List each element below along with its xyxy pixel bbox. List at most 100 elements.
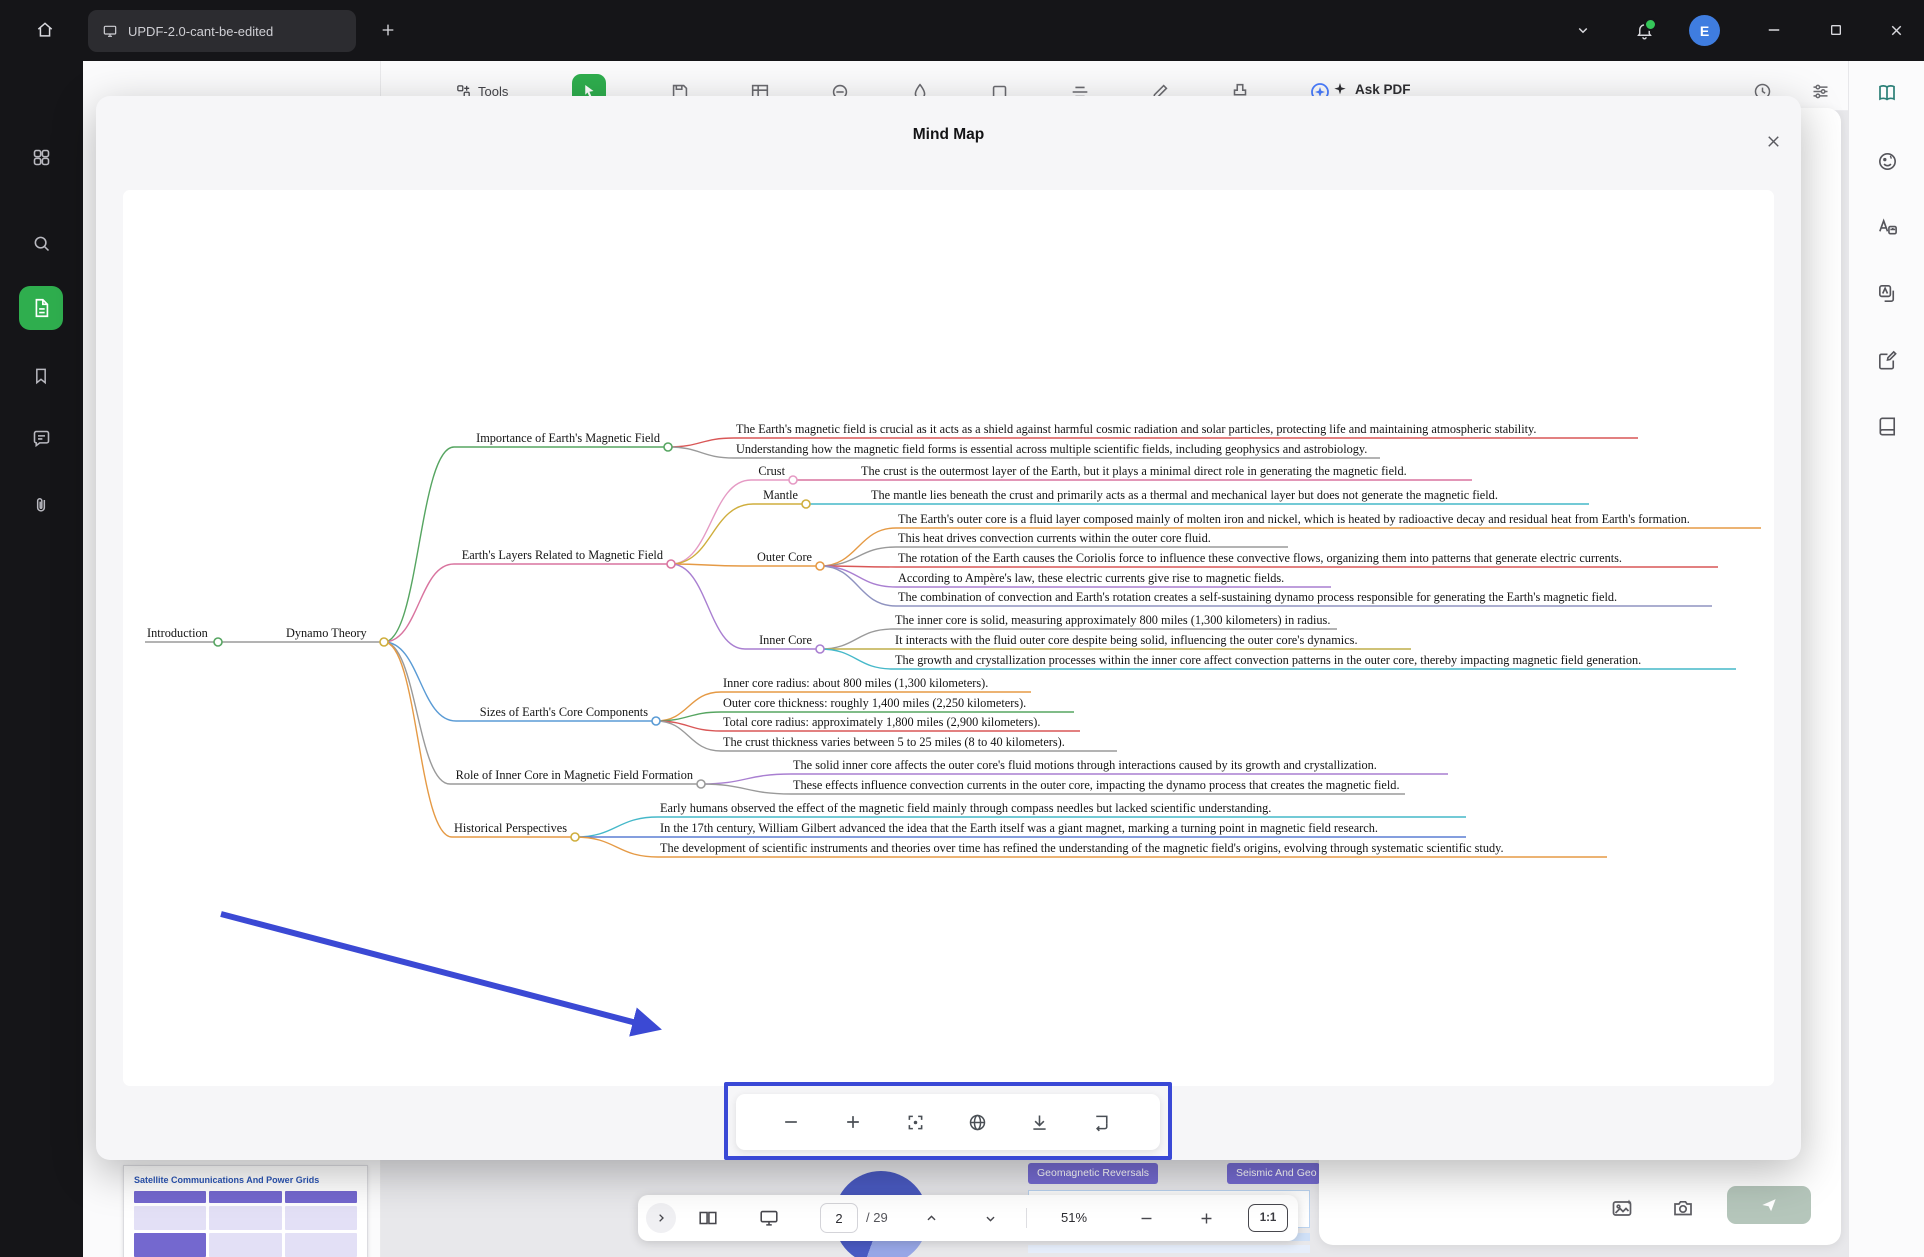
mindmap-node-label: Inner Core — [759, 633, 812, 647]
mindmap-node-label: Importance of Earth's Magnetic Field — [476, 431, 660, 445]
attachments-button[interactable] — [23, 487, 59, 523]
minus-icon — [1138, 1210, 1155, 1227]
mindmap-node-label: Total core radius: approximately 1,800 m… — [723, 715, 1040, 729]
minimize-icon — [1765, 21, 1783, 39]
zoom-out-button[interactable] — [1131, 1206, 1161, 1230]
comment-icon — [31, 428, 52, 449]
zoom-in-button[interactable] — [1191, 1206, 1221, 1230]
chevron-right-icon — [653, 1210, 669, 1226]
tab-list-button[interactable] — [1565, 12, 1601, 48]
mindmap-node-label: The solid inner core affects the outer c… — [793, 758, 1377, 772]
send-icon — [1759, 1195, 1779, 1215]
translate-box-icon — [1876, 282, 1899, 305]
mindmap-node-label: Understanding how the magnetic field for… — [736, 442, 1367, 456]
screen-icon — [758, 1207, 780, 1229]
chevron-down-icon — [982, 1210, 999, 1227]
mindmap-node-label: It interacts with the fluid outer core d… — [895, 633, 1358, 647]
mindmap-node-label: Outer Core — [757, 550, 812, 564]
divider — [1026, 1208, 1027, 1228]
home-button[interactable] — [27, 12, 63, 48]
fit-screen-icon — [905, 1112, 926, 1133]
right-sidebar — [1848, 61, 1924, 1257]
mindmap-node-label: Sizes of Earth's Core Components — [480, 705, 648, 719]
tab-ask-pdf[interactable]: Ask PDF — [1332, 81, 1411, 97]
mindmap-regenerate-button[interactable] — [1082, 1103, 1120, 1141]
notes-export-button[interactable] — [1867, 340, 1907, 380]
settings-sliders-button[interactable] — [1806, 77, 1834, 105]
screenshot-button[interactable] — [1666, 1191, 1700, 1225]
mindmap-node-label: Mantle — [763, 488, 798, 502]
mindmap-zoom-out-button[interactable] — [772, 1103, 810, 1141]
page-number-input[interactable] — [820, 1203, 858, 1233]
paperclip-icon — [31, 495, 51, 515]
insert-image-button[interactable] — [1605, 1191, 1639, 1225]
document-panel-button[interactable] — [19, 286, 63, 330]
library-button[interactable] — [1867, 406, 1907, 446]
modal-title: Mind Map — [96, 126, 1801, 144]
tab-title: UPDF-2.0-cant-be-edited — [128, 24, 273, 39]
globe-icon — [967, 1112, 988, 1133]
mindmap-node-label: In the 17th century, William Gilbert adv… — [660, 821, 1378, 835]
mindmap-zoom-in-button[interactable] — [834, 1103, 872, 1141]
mindmap-node-label: Early humans observed the effect of the … — [660, 801, 1271, 815]
notifications-button[interactable] — [1626, 12, 1662, 48]
mindmap-node-label: The mantle lies beneath the crust and pr… — [871, 488, 1498, 502]
bookmark-icon — [31, 366, 51, 386]
chevron-down-icon — [1574, 21, 1592, 39]
close-modal-button[interactable] — [1758, 126, 1788, 156]
two-page-icon — [697, 1207, 719, 1229]
translate-page-button[interactable] — [1867, 273, 1907, 313]
page-navigation-bar: / 29 51% 1:1 — [638, 1195, 1298, 1241]
mindmap-fit-view-button[interactable] — [896, 1103, 934, 1141]
mindmap-node-label: Dynamo Theory — [286, 626, 367, 640]
document-icon — [30, 297, 52, 319]
mindmap-node-label: Inner core radius: about 800 miles (1,30… — [723, 676, 988, 690]
mindmap-node-label: Introduction — [147, 626, 208, 640]
presentation-button[interactable] — [753, 1206, 785, 1230]
actual-size-button[interactable]: 1:1 — [1248, 1204, 1288, 1232]
page-thumbnail[interactable]: Satellite Communications And Power Grids — [123, 1165, 368, 1257]
next-page-button[interactable] — [975, 1206, 1005, 1230]
search-button[interactable] — [23, 225, 59, 261]
mindmap-node-label: The Earth's outer core is a fluid layer … — [898, 512, 1690, 526]
minimize-button[interactable] — [1756, 12, 1792, 48]
previous-page-button[interactable] — [916, 1206, 946, 1230]
new-tab-button[interactable] — [370, 12, 406, 48]
user-avatar[interactable]: E — [1689, 15, 1720, 46]
mindmap-node-label: These effects influence convection curre… — [793, 778, 1400, 792]
image-sparkle-icon — [1610, 1196, 1634, 1220]
mindmap-node-label: The inner core is solid, measuring appro… — [895, 613, 1330, 627]
mindmap-node-label: According to Ampère's law, these electri… — [898, 571, 1284, 585]
avatar-letter: E — [1700, 23, 1709, 39]
expand-panel-button[interactable] — [646, 1203, 676, 1233]
mindmap-node-label: Historical Perspectives — [454, 821, 567, 835]
bookmarks-button[interactable] — [23, 358, 59, 394]
mindmap-canvas[interactable]: Introduction Dynamo Theory Importance of E… — [123, 190, 1774, 1086]
send-button[interactable] — [1727, 1186, 1811, 1224]
home-icon — [35, 20, 55, 40]
zoom-level-button[interactable]: 51% — [1053, 1210, 1095, 1225]
close-window-button[interactable] — [1878, 12, 1914, 48]
document-tab[interactable]: UPDF-2.0-cant-be-edited — [88, 10, 356, 52]
plus-icon — [1198, 1210, 1215, 1227]
translate-button[interactable] — [1867, 207, 1907, 247]
left-sidebar — [0, 61, 83, 1257]
apps-menu-button[interactable] — [23, 139, 59, 175]
mindmap-node-label: The combination of convection and Earth'… — [898, 590, 1617, 604]
mindmap-labels: Introduction Dynamo Theory Importance of E… — [123, 190, 1774, 1086]
mindmap-language-button[interactable] — [958, 1103, 996, 1141]
smiley-icon — [1876, 150, 1899, 173]
maximize-button[interactable] — [1818, 12, 1854, 48]
search-icon — [31, 233, 52, 254]
maximize-icon — [1828, 22, 1844, 38]
mindmap-node-label: The crust is the outermost layer of the … — [861, 464, 1407, 478]
stickers-button[interactable] — [1867, 141, 1907, 181]
annotations-button[interactable] — [23, 420, 59, 456]
camera-icon — [1671, 1196, 1695, 1220]
book-icon — [1876, 415, 1899, 438]
notification-dot — [1644, 18, 1657, 31]
mindmap-download-button[interactable] — [1020, 1103, 1058, 1141]
reader-mode-button[interactable] — [1867, 73, 1907, 113]
page-layout-button[interactable] — [692, 1206, 724, 1230]
mind-map-modal: Mind Map Introduction Dynamo Theory Import… — [96, 96, 1801, 1160]
